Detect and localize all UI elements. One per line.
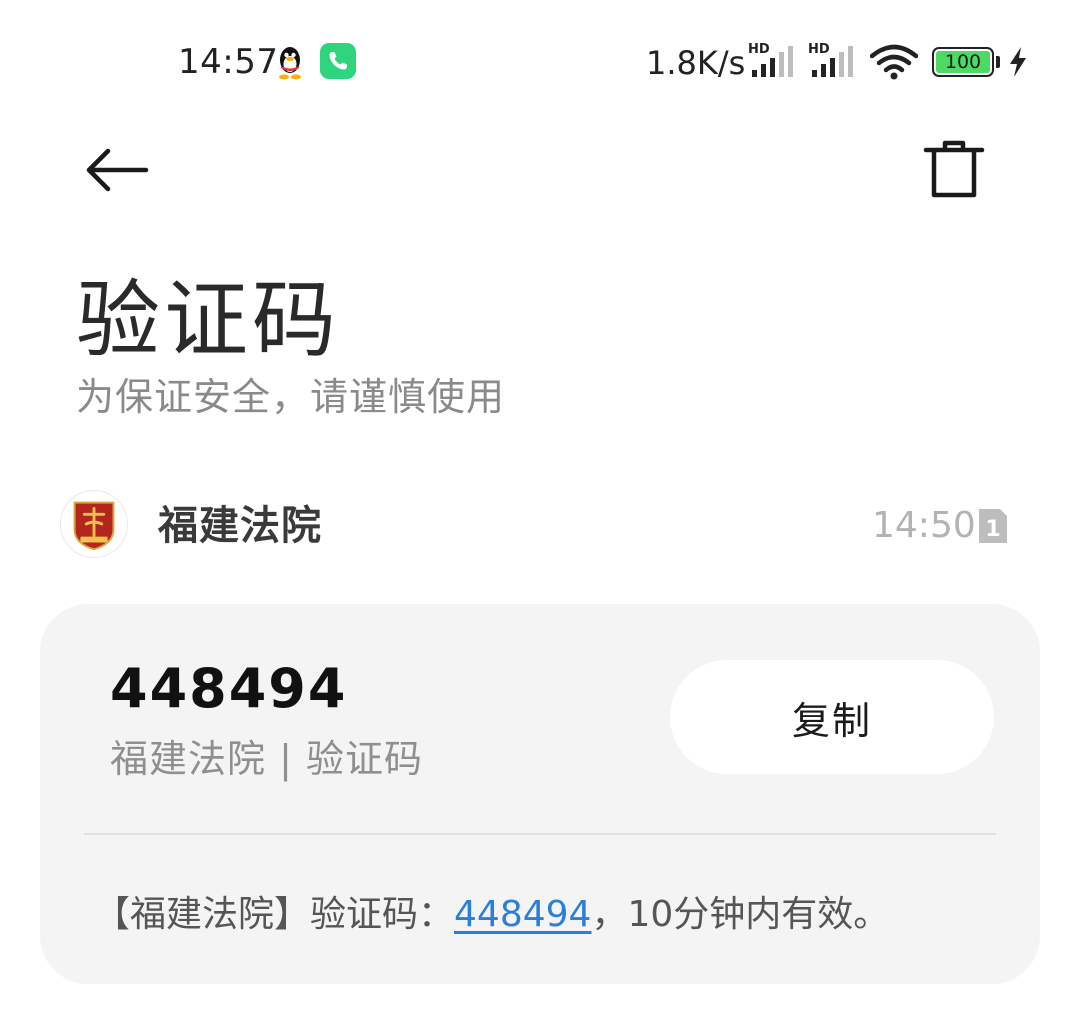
signal-icon: HD	[748, 42, 793, 77]
status-time: 14:57	[178, 42, 279, 82]
card-divider	[84, 833, 996, 835]
page-subtitle: 为保证安全，请谨慎使用	[76, 375, 506, 419]
qq-penguin-icon	[279, 47, 301, 80]
battery-cap	[996, 56, 1000, 68]
page-title: 验证码	[76, 271, 341, 369]
delete-button[interactable]	[918, 134, 990, 206]
avatar[interactable]	[60, 490, 128, 558]
back-button[interactable]	[80, 140, 152, 200]
sender-name: 福建法院	[158, 503, 322, 549]
battery-icon: 100	[932, 47, 994, 77]
signal-icon: HD	[808, 42, 853, 77]
signal-hd-label: HD	[808, 42, 830, 57]
charging-bolt-icon	[1010, 47, 1026, 77]
sms-body-prefix: 【福建法院】验证码：	[94, 894, 455, 935]
verification-code: 448494	[110, 657, 348, 720]
sms-code-link[interactable]: 448494	[454, 894, 591, 935]
code-source-label: 福建法院 | 验证码	[110, 737, 423, 781]
sim-card-icon: 1	[979, 509, 1007, 543]
status-bar: 14:57 1.8K/s HD HD 100	[0, 0, 1080, 126]
wifi-icon	[870, 44, 918, 80]
sim-slot-number: 1	[985, 517, 1000, 542]
battery-level: 100	[936, 51, 990, 73]
signal-hd-label: HD	[748, 42, 770, 57]
sms-message-body: 【福建法院】验证码：448494，10分钟内有效。	[94, 890, 1014, 940]
copy-button[interactable]: 复制	[670, 660, 994, 774]
arrow-left-icon	[86, 148, 149, 192]
trash-icon	[923, 140, 985, 198]
court-emblem-icon	[73, 501, 115, 551]
phone-call-icon	[320, 43, 356, 79]
sms-body-suffix: ，10分钟内有效。	[591, 894, 890, 935]
network-speed: 1.8K/s	[646, 44, 746, 82]
verification-code-card: 448494 福建法院 | 验证码 复制 【福建法院】验证码：448494，10…	[40, 604, 1040, 984]
message-time: 14:50	[872, 505, 976, 546]
